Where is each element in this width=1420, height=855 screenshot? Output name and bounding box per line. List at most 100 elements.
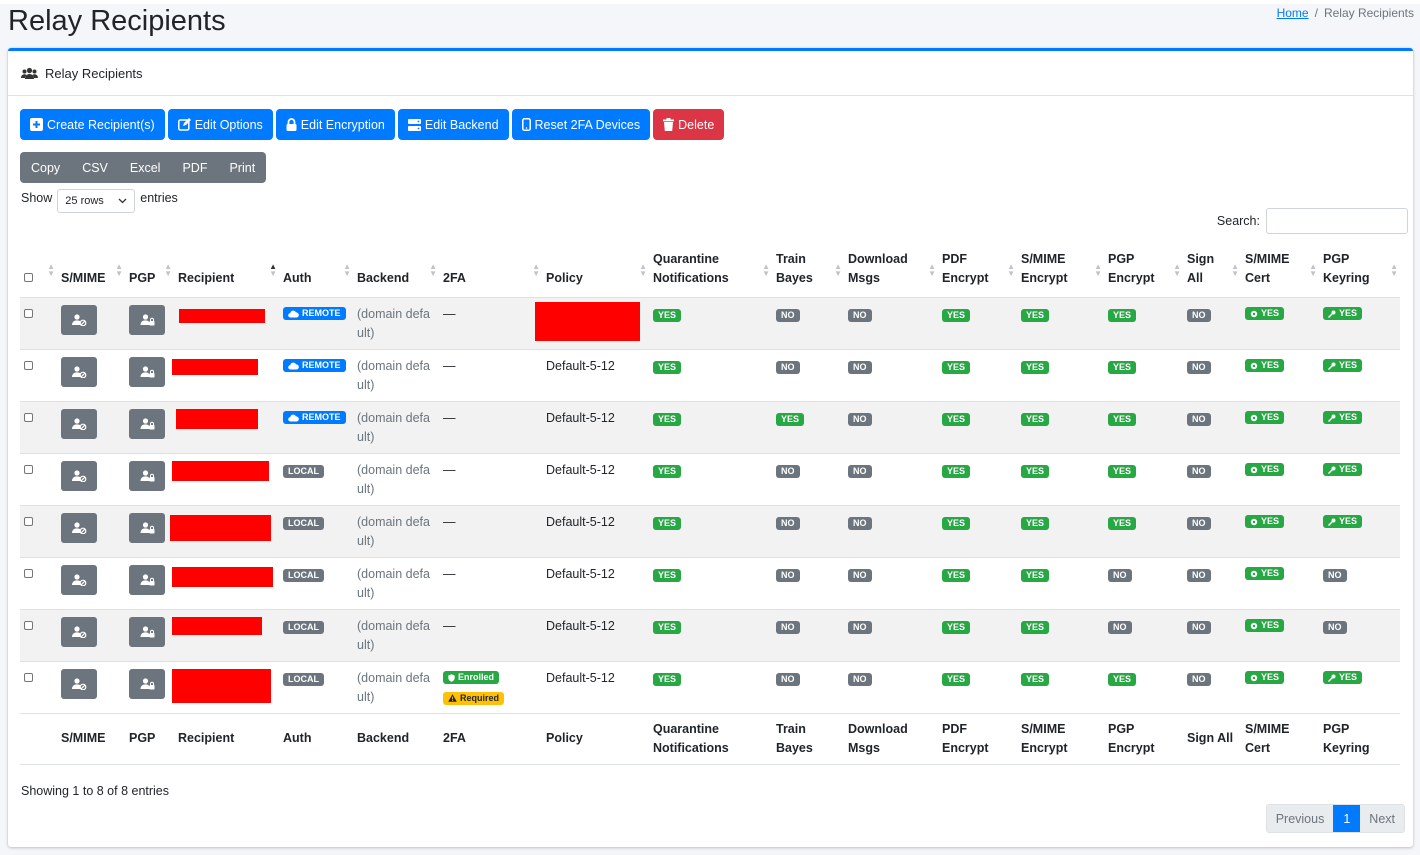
smime-button[interactable] [61, 356, 97, 387]
table-row[interactable]: LOCAL (domain defa ult) — Default-5-12 YES NO N… [20, 557, 1400, 610]
delete-button[interactable]: Delete [653, 109, 725, 140]
col-pgp-keyring[interactable]: PGP Keyring ▲ ▼ [1319, 248, 1400, 298]
delete-label: Delete [678, 117, 715, 132]
col-train-bayes[interactable]: Train Bayes ▲ ▼ [772, 248, 844, 298]
page-length-select[interactable]: 25 rows [57, 189, 136, 213]
trash-icon [663, 118, 675, 131]
create-recipients-button[interactable]: Create Recipient(s) [20, 109, 165, 140]
col-smime-cert[interactable]: S/MIME Cert ▲ ▼ [1241, 248, 1319, 298]
cloud-icon [288, 310, 299, 318]
row-checkbox[interactable] [24, 516, 33, 526]
smime-cell [57, 557, 125, 610]
csv-button[interactable]: CSV [71, 152, 119, 183]
pgp-button[interactable] [129, 304, 165, 335]
pgp-button[interactable] [129, 512, 165, 543]
col-pdf-encrypt[interactable]: PDF Encrypt ▲ ▼ [938, 248, 1017, 298]
col-quarantine[interactable]: Quarantine Notifications ▲ ▼ [649, 248, 772, 298]
user-slash-icon [72, 469, 87, 482]
pgp-cell [125, 557, 174, 610]
table-row[interactable]: LOCAL (domain defa ult) — Default-5-12 YES NO N… [20, 453, 1400, 506]
backend-line-2: ult) [357, 533, 375, 548]
redacted-recipient [179, 308, 265, 323]
copy-button[interactable]: Copy [20, 152, 71, 183]
col-pdf-label-1: PDF [942, 251, 967, 266]
flag-label: YES [1261, 568, 1280, 578]
table-row[interactable]: REMOTE (domain defa ult) — Default-5-12 YES NO… [20, 349, 1400, 402]
smime-button[interactable] [61, 616, 97, 647]
flag-label: YES [1113, 673, 1132, 684]
backend-cell: (domain defa ult) [353, 609, 439, 662]
search-input[interactable] [1266, 208, 1408, 234]
sign-cell: NO [1183, 453, 1241, 506]
print-button[interactable]: Print [218, 152, 266, 183]
backend-line-2: ult) [357, 585, 375, 600]
yes-badge: YES [653, 412, 682, 426]
col-download-msgs[interactable]: Download Msgs ▲ ▼ [844, 248, 938, 298]
policy-cell: Default-5-12 [542, 453, 649, 506]
row-checkbox[interactable] [24, 464, 33, 474]
row-checkbox[interactable] [24, 360, 33, 370]
col-sign-all[interactable]: Sign All ▲ ▼ [1183, 248, 1241, 298]
backend-line-1: (domain defa [357, 358, 430, 373]
col-policy[interactable]: Policy ▲ ▼ [542, 248, 649, 298]
smime-button[interactable] [61, 668, 97, 699]
row-checkbox[interactable] [24, 568, 33, 578]
pgp-button[interactable] [129, 668, 165, 699]
table-row[interactable]: LOCAL (domain defa ult) Enrolled Required Def… [20, 661, 1400, 714]
select-all-checkbox[interactable] [24, 272, 33, 282]
col-auth[interactable]: Auth ▲ ▼ [279, 248, 353, 298]
col-backend[interactable]: Backend ▲ ▼ [353, 248, 439, 298]
table-row[interactable]: LOCAL (domain defa ult) — Default-5-12 YES NO N… [20, 609, 1400, 662]
policy-value: Default-5-12 [546, 670, 615, 685]
edit-backend-button[interactable]: Edit Backend [397, 109, 509, 140]
smime-button[interactable] [61, 512, 97, 543]
col-pgp-encrypt[interactable]: PGP Encrypt ▲ ▼ [1104, 248, 1183, 298]
user-slash-icon [72, 313, 87, 326]
redacted-recipient [172, 358, 258, 375]
row-checkbox[interactable] [24, 620, 33, 630]
page-1-button[interactable]: 1 [1333, 805, 1361, 832]
pgp-button[interactable] [129, 616, 165, 647]
auth-badge: REMOTE [283, 359, 346, 372]
yes-badge: YES [653, 516, 682, 530]
flag-label: NO [853, 413, 867, 424]
flag-label: YES [1339, 672, 1358, 682]
smime-button[interactable] [61, 408, 97, 439]
smime-enc-cell: YES [1017, 609, 1104, 662]
edit-encryption-button[interactable]: Edit Encryption [275, 109, 395, 140]
pgp-button[interactable] [129, 460, 165, 491]
row-checkbox[interactable] [24, 308, 33, 318]
footer-recipient: Recipient [174, 713, 279, 765]
pgp-button[interactable] [129, 564, 165, 595]
smime-button[interactable] [61, 460, 97, 491]
next-page-button[interactable]: Next [1360, 805, 1404, 832]
previous-page-button[interactable]: Previous [1266, 805, 1334, 832]
smime-button[interactable] [61, 304, 97, 335]
col-pgp[interactable]: PGP ▲ ▼ [125, 248, 174, 298]
edit-options-button[interactable]: Edit Options [167, 109, 273, 140]
col-pgp-enc-label-1: PGP [1108, 251, 1135, 266]
twofa-cell: — [439, 505, 542, 558]
row-checkbox[interactable] [24, 412, 33, 422]
col-smime[interactable]: S/MIME ▲ ▼ [57, 248, 125, 298]
table-row[interactable]: REMOTE (domain defa ult) — Default-5-12 YES YE… [20, 401, 1400, 454]
pdf-button[interactable]: PDF [171, 152, 218, 183]
col-2fa[interactable]: 2FA ▲ ▼ [439, 248, 542, 298]
pgp-button[interactable] [129, 408, 165, 439]
key-icon [1328, 362, 1336, 370]
breadcrumb-home-link[interactable]: Home [1277, 6, 1309, 20]
enrolled-badge: Enrolled [443, 671, 500, 684]
reset-2fa-button[interactable]: Reset 2FA Devices [511, 109, 651, 140]
auth-badge-label: LOCAL [288, 673, 319, 684]
table-row[interactable]: REMOTE (domain defa ult) — YES NO NO YES YES YES N… [20, 297, 1400, 350]
pgp-button[interactable] [129, 356, 165, 387]
excel-button[interactable]: Excel [119, 152, 172, 183]
download-cell: NO [844, 297, 938, 350]
row-checkbox[interactable] [24, 672, 33, 682]
sort-arrows-icon: ▲ ▼ [164, 261, 172, 278]
row-select-cell [20, 505, 57, 558]
table-row[interactable]: LOCAL (domain defa ult) — Default-5-12 YES NO N… [20, 505, 1400, 558]
smime-button[interactable] [61, 564, 97, 595]
col-recipient[interactable]: Recipient ▲ ▼ [174, 248, 279, 298]
col-smime-encrypt[interactable]: S/MIME Encrypt ▲ ▼ [1017, 248, 1104, 298]
